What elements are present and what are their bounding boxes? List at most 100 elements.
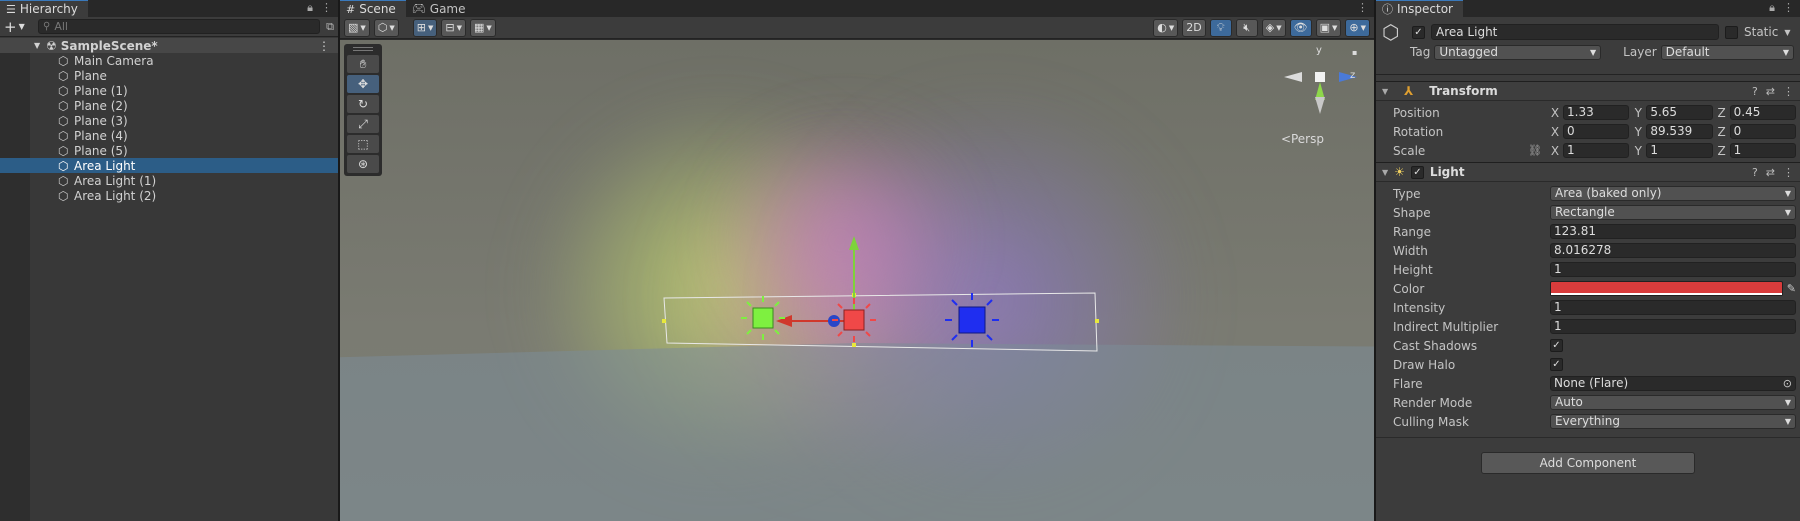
hierarchy-item[interactable]: ⬡ Plane (3) [0,113,338,128]
rotation-x-field[interactable]: 0 [1563,124,1630,139]
position-y-field[interactable]: 5.65 [1646,105,1713,120]
object-name-field[interactable]: Area Light [1431,24,1719,40]
cast-shadows-checkbox[interactable]: ✓ [1550,339,1563,352]
grid-snap-button[interactable]: ⊞ ▼ [412,18,438,37]
flare-field[interactable]: None (Flare) [1550,376,1796,391]
kebab-menu-icon[interactable]: ⋮ [318,39,330,53]
kebab-menu-icon[interactable]: ⋮ [1783,85,1794,98]
render-mode-button[interactable]: ◐ ▼ [1153,18,1179,37]
light-enabled-checkbox[interactable]: ✓ [1410,165,1424,179]
effects-button[interactable]: ◈ ▼ [1261,18,1286,37]
hierarchy-item[interactable]: ⬡ Plane [0,68,338,83]
persp-label[interactable]: <Persp [1281,132,1324,146]
kebab-menu-icon[interactable]: ⋮ [1357,1,1368,14]
hierarchy-item[interactable]: ⬡ Area Light [0,158,338,173]
scale-y-field[interactable]: 1 [1646,143,1713,158]
lighting-toggle-button[interactable]: 💡︎ [1209,18,1232,37]
render-mode-dropdown[interactable]: Auto ▼ [1550,395,1796,410]
preset-icon[interactable]: ⇄ [1766,85,1775,98]
intensity-field[interactable]: 1 [1550,300,1796,315]
tab-game[interactable]: 🎮︎ Game [406,0,476,17]
draw-halo-checkbox[interactable]: ✓ [1550,358,1563,371]
x-axis-arrow-icon[interactable] [776,315,792,327]
rotate-tool-button[interactable]: ↻ [347,95,379,113]
scale-z-field[interactable]: 1 [1729,143,1796,158]
camera-settings-button[interactable]: ▣ ▼ [1315,18,1342,37]
scene-root-row[interactable]: ▼ ☢ SampleScene* ⋮ [0,38,338,53]
grid-visibility-button[interactable]: ▦ ▼ [470,18,496,37]
transform-header[interactable]: ▼ ⅄ Transform ? ⇄ ⋮ [1376,81,1800,101]
lock-icon[interactable]: ▪ [1352,48,1357,57]
indirect-field[interactable]: 1 [1550,319,1796,334]
resize-handle-right[interactable] [1095,319,1099,323]
light-shape-dropdown[interactable]: Rectangle ▼ [1550,205,1796,220]
object-picker-icon[interactable]: ⊙ [1783,377,1792,390]
gameobject-cube-icon: ⬡ [58,173,69,188]
tab-inspector[interactable]: ⓘ Inspector [1376,0,1463,17]
green-light-icon[interactable] [741,296,785,340]
toggle-2d-button[interactable]: 2D [1182,18,1206,37]
resize-handle-bottom[interactable] [852,343,856,347]
chevron-down-icon[interactable]: ▼ [1784,28,1790,37]
width-field[interactable]: 8.016278 [1550,243,1796,258]
resize-handle-left[interactable] [662,319,666,323]
create-button[interactable]: + ▼ [4,18,32,36]
blue-light-icon[interactable] [945,293,999,347]
kebab-menu-icon[interactable]: ⋮ [1783,1,1794,15]
light-header[interactable]: ▼ ☀ ✓ Light ? ⇄ ⋮ [1376,162,1800,182]
foldout-arrow-icon[interactable]: ▼ [1382,87,1388,96]
hierarchy-item[interactable]: ⬡ Area Light (2) [0,188,338,203]
increment-snap-button[interactable]: ⊟ ▼ [441,18,467,37]
help-icon[interactable]: ? [1752,85,1758,98]
gizmos-button[interactable]: ⊕ ▼ [1345,18,1370,37]
hierarchy-item[interactable]: ⬡ Plane (4) [0,128,338,143]
search-input[interactable]: ⚲ All [38,19,321,34]
position-z-field[interactable]: 0.45 [1729,105,1796,120]
collapse-arrow-icon[interactable]: ▼ [34,41,40,50]
tab-hierarchy[interactable]: ☰ Hierarchy [0,0,88,17]
position-x-field[interactable]: 1.33 [1563,105,1630,120]
orientation-gizmo[interactable] [1284,72,1357,118]
kebab-menu-icon[interactable]: ⋮ [321,1,332,15]
move-tool-button[interactable]: ✥ [347,75,379,93]
area-light-rect[interactable] [663,292,1098,352]
culling-mask-dropdown[interactable]: Everything ▼ [1550,414,1796,429]
color-swatch[interactable] [1550,281,1783,296]
layer-dropdown[interactable]: Default ▼ [1660,44,1794,60]
light-type-dropdown[interactable]: Area (baked only) ▼ [1550,186,1796,201]
rotation-z-field[interactable]: 0 [1729,124,1796,139]
transform-tool-button[interactable]: ⊛ [347,155,379,173]
lock-icon[interactable]: 🔒︎ [1769,1,1775,15]
range-field[interactable]: 123.81 [1550,224,1796,239]
foldout-arrow-icon[interactable]: ▼ [1382,168,1388,177]
hierarchy-item[interactable]: ⬡ Plane (1) [0,83,338,98]
scale-tool-button[interactable]: ⤢ [347,115,379,133]
eyedropper-icon[interactable]: ✎ [1787,282,1796,295]
constrain-proportions-icon[interactable]: ⛓︎ [1528,144,1542,157]
scene-viewport[interactable]: y z ▪ <Persp ✋︎ ✥ ↻ ⤢ ⬚ ⊛ [340,40,1374,521]
scene-camera-button[interactable]: ⬡ ▼ [373,18,399,37]
hand-tool-button[interactable]: ✋︎ [347,55,379,73]
hierarchy-item[interactable]: ⬡ Plane (5) [0,143,338,158]
kebab-menu-icon[interactable]: ⋮ [1783,166,1794,179]
rect-tool-button[interactable]: ⬚ [347,135,379,153]
static-checkbox[interactable] [1725,25,1738,39]
add-component-button[interactable]: Add Component [1481,452,1695,474]
hierarchy-item[interactable]: ⬡ Main Camera [0,53,338,68]
hierarchy-item[interactable]: ⬡ Plane (2) [0,98,338,113]
lock-icon[interactable]: 🔒︎ [307,1,313,15]
tag-dropdown[interactable]: Untagged ▼ [1434,44,1602,60]
preset-icon[interactable]: ⇄ [1766,166,1775,179]
rotation-y-field[interactable]: 89.539 [1646,124,1713,139]
tab-scene[interactable]: # Scene [340,0,406,17]
active-checkbox[interactable]: ✓ [1412,25,1425,39]
audio-toggle-button[interactable]: 🔇︎ [1235,18,1258,37]
hidden-objects-button[interactable]: 👁︎ [1289,18,1312,37]
scale-x-field[interactable]: 1 [1563,143,1630,158]
y-axis-arrow-icon[interactable] [849,236,859,250]
scene-visibility-icon[interactable]: ⧉ [326,20,334,34]
help-icon[interactable]: ? [1752,166,1758,179]
draw-mode-button[interactable]: ▧ ▼ [344,18,370,37]
hierarchy-item[interactable]: ⬡ Area Light (1) [0,173,338,188]
height-field[interactable]: 1 [1550,262,1796,277]
